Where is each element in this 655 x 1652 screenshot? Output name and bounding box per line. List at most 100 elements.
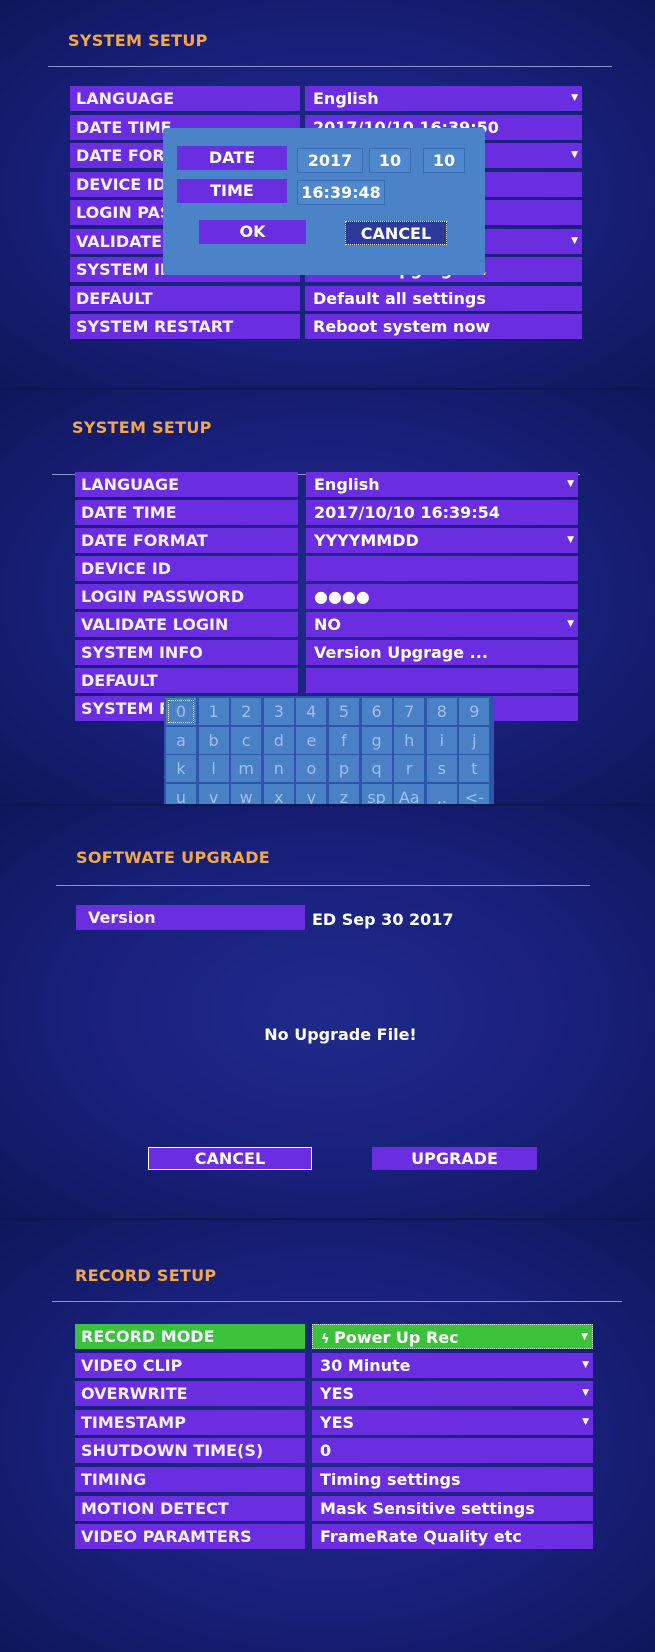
keyboard-key[interactable]: 0 <box>166 698 196 725</box>
keyboard-key[interactable]: n <box>263 755 294 783</box>
keyboard-key[interactable]: f <box>329 726 359 754</box>
chevron-down-icon[interactable]: ▼ <box>567 472 574 497</box>
setting-label[interactable]: LANGUAGE <box>75 472 298 497</box>
setting-value[interactable]: Mask Sensitive settings <box>312 1495 593 1521</box>
keyboard-key[interactable]: 7 <box>394 698 425 725</box>
setting-dropdown[interactable]: YYYYMMDD ▼ <box>306 528 578 553</box>
chevron-down-icon[interactable]: ▼ <box>567 528 574 553</box>
setting-value[interactable]: 0 <box>312 1438 593 1464</box>
chevron-down-icon[interactable]: ▼ <box>582 1381 589 1406</box>
keyboard-key[interactable]: b <box>198 726 229 754</box>
keyboard-key[interactable]: o <box>296 755 327 783</box>
setting-value[interactable]: 2017/10/10 16:39:54 <box>306 500 578 525</box>
keyboard-key[interactable]: 9 <box>459 698 490 725</box>
setting-dropdown[interactable]: YES ▼ <box>312 1381 593 1407</box>
chevron-down-icon[interactable]: ▼ <box>582 1353 589 1378</box>
keyboard-key[interactable]: t <box>459 755 490 783</box>
keyboard-key[interactable]: p <box>329 755 359 783</box>
chevron-down-icon[interactable]: ▼ <box>571 229 578 254</box>
setting-value[interactable]: Timing settings <box>312 1467 593 1492</box>
keyboard-key[interactable]: c <box>231 726 262 754</box>
setting-label[interactable]: RECORD MODE <box>75 1324 305 1349</box>
keyboard-key[interactable]: u <box>166 783 196 804</box>
setting-label[interactable]: DEFAULT <box>75 668 298 693</box>
keyboard-key[interactable]: q <box>361 755 392 783</box>
keyboard-key[interactable]: h <box>394 726 425 754</box>
chevron-down-icon[interactable]: ▼ <box>582 1410 589 1435</box>
setting-value[interactable]: Default all settings <box>305 285 582 311</box>
keyboard-key[interactable]: j <box>459 726 490 754</box>
setting-label[interactable]: LANGUAGE <box>70 86 300 111</box>
keyboard-key[interactable]: d <box>263 726 294 754</box>
setting-dropdown[interactable]: English ▼ <box>305 86 582 111</box>
keyboard-key[interactable]: sp <box>361 783 392 804</box>
setting-dropdown[interactable]: YES ▼ <box>312 1409 593 1435</box>
chevron-down-icon[interactable]: ▼ <box>571 143 578 168</box>
cancel-button[interactable]: CANCEL <box>148 1147 312 1170</box>
setting-label[interactable]: SYSTEM RESTART <box>70 314 300 339</box>
setting-label[interactable]: TIMING <box>75 1467 305 1492</box>
setting-dropdown[interactable]: English ▼ <box>306 472 578 497</box>
chevron-down-icon[interactable]: ▼ <box>581 1325 588 1348</box>
keyboard-key[interactable]: s <box>426 755 457 783</box>
setting-label[interactable]: DEVICE ID <box>75 556 298 581</box>
keyboard-key[interactable]: a <box>166 726 196 754</box>
setting-label[interactable]: OVERWRITE <box>75 1381 305 1407</box>
setting-label[interactable]: MOTION DETECT <box>75 1495 305 1521</box>
keyboard-key[interactable]: 5 <box>329 698 359 725</box>
month-field[interactable]: 10 <box>369 148 411 173</box>
setting-label[interactable]: SYSTEM INFO <box>75 640 298 665</box>
setting-dropdown[interactable]: ϟ Power Up Rec ▼ <box>312 1324 593 1349</box>
keyboard-key[interactable]: 3 <box>263 698 294 725</box>
year-field[interactable]: 2017 <box>297 148 363 173</box>
setting-label[interactable]: DATE FORMAT <box>75 528 298 553</box>
keyboard-key[interactable]: r <box>394 755 425 783</box>
day-field[interactable]: 10 <box>423 148 465 173</box>
setting-label[interactable]: DEFAULT <box>70 285 300 311</box>
setting-value[interactable] <box>306 556 578 581</box>
setting-value[interactable]: Reboot system now <box>305 314 582 339</box>
chevron-down-icon[interactable]: ▼ <box>567 612 574 637</box>
software-upgrade-panel: SOFTWATE UPGRADE Version ED Sep 30 2017 … <box>0 806 655 1218</box>
setting-label[interactable]: DATE TIME <box>75 500 298 525</box>
keyboard-key[interactable]: i <box>426 726 457 754</box>
keyboard-key[interactable]: x <box>263 783 294 804</box>
upgrade-button[interactable]: UPGRADE <box>372 1147 537 1170</box>
keyboard-key[interactable]: y <box>296 783 327 804</box>
keyboard-key[interactable]: 6 <box>361 698 392 725</box>
setting-value[interactable]: ●●●● <box>306 584 578 609</box>
setting-label[interactable]: LOGIN PASSWORD <box>75 584 298 609</box>
keyboard-key[interactable]: 8 <box>426 698 457 725</box>
system-setup-panel-2: SYSTEM SETUP LANGUAGE English ▼ DATE TIME 20… <box>0 390 655 804</box>
setting-dropdown[interactable]: 30 Minute ▼ <box>312 1352 593 1378</box>
keyboard-key[interactable]: z <box>329 783 359 804</box>
keyboard-key[interactable]: m <box>231 755 262 783</box>
chevron-down-icon[interactable]: ▼ <box>571 86 578 111</box>
setting-value-text: English <box>314 475 380 494</box>
setting-label[interactable]: VIDEO PARAMTERS <box>75 1524 305 1550</box>
setting-value[interactable]: FrameRate Quality etc <box>312 1524 593 1550</box>
keyboard-key[interactable]: w <box>231 783 262 804</box>
keyboard-key[interactable]: l <box>198 755 229 783</box>
setting-label[interactable]: VIDEO CLIP <box>75 1352 305 1378</box>
time-field[interactable]: 16:39:48 <box>297 180 385 205</box>
keyboard-key[interactable]: ,. <box>426 783 457 804</box>
ok-button[interactable]: OK <box>199 220 306 244</box>
keyboard-key[interactable]: g <box>361 726 392 754</box>
setting-value[interactable] <box>306 668 578 693</box>
keyboard-key[interactable]: <- <box>459 783 490 804</box>
keyboard-key[interactable]: 4 <box>296 698 327 725</box>
setting-label[interactable]: SHUTDOWN TIME(S) <box>75 1438 305 1464</box>
keyboard-key[interactable]: 1 <box>198 698 229 725</box>
setting-label[interactable]: VALIDATE LOGIN <box>75 612 298 637</box>
cancel-button[interactable]: CANCEL <box>345 221 447 245</box>
setting-dropdown[interactable]: NO ▼ <box>306 612 578 637</box>
setting-label[interactable]: TIMESTAMP <box>75 1409 305 1435</box>
keyboard-key[interactable]: Aa <box>394 783 425 804</box>
version-value: ED Sep 30 2017 <box>312 910 454 929</box>
keyboard-key[interactable]: v <box>198 783 229 804</box>
keyboard-key[interactable]: k <box>166 755 196 783</box>
setting-value[interactable]: Version Upgrage ... <box>306 640 578 665</box>
keyboard-key[interactable]: 2 <box>231 698 262 725</box>
keyboard-key[interactable]: e <box>296 726 327 754</box>
